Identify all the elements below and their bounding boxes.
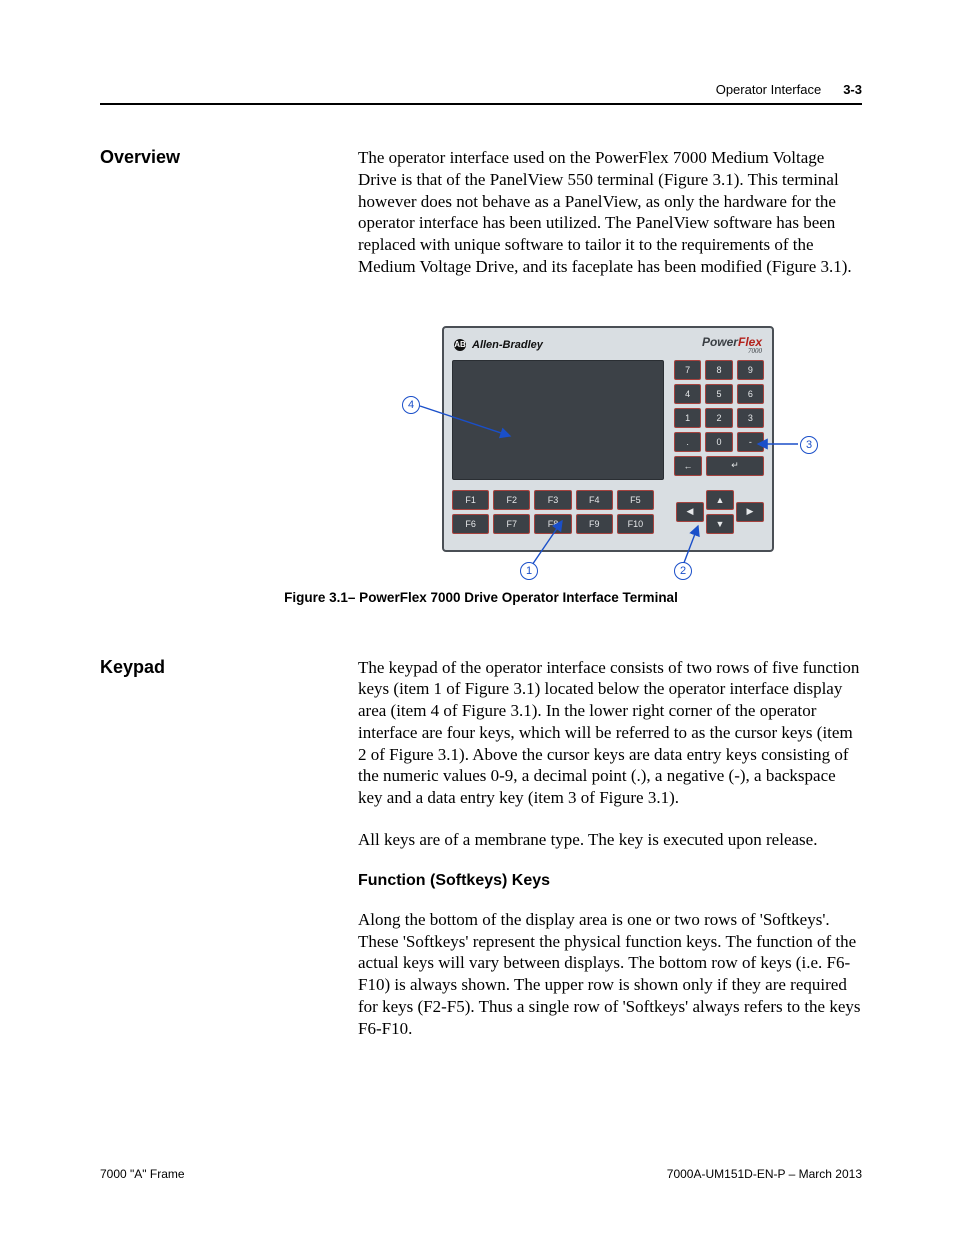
footer-left: 7000 "A" Frame	[100, 1167, 185, 1181]
key-f5[interactable]: F5	[617, 490, 654, 510]
top-rule	[100, 103, 862, 105]
callout-1: 1	[520, 562, 538, 580]
function-keys: F1 F2 F3 F4 F5 F6 F7 F8 F9 F10	[452, 490, 654, 534]
key-f9[interactable]: F9	[576, 514, 613, 534]
key-up[interactable]: ▲	[706, 490, 734, 510]
page-number: 3-3	[843, 82, 862, 97]
key-right[interactable]: ▶	[736, 502, 764, 522]
key-6[interactable]: 6	[737, 384, 764, 404]
callout-4: 4	[402, 396, 420, 414]
key-f3[interactable]: F3	[534, 490, 571, 510]
overview-heading: Overview	[100, 147, 338, 168]
key-f2[interactable]: F2	[493, 490, 530, 510]
numeric-keypad: 7 8 9 4 5 6 1 2 3	[674, 360, 764, 480]
key-2[interactable]: 2	[705, 408, 732, 428]
key-0[interactable]: 0	[705, 432, 732, 452]
softkeys-subheading: Function (Softkeys) Keys	[358, 871, 862, 891]
key-left[interactable]: ◀	[676, 502, 704, 522]
key-7[interactable]: 7	[674, 360, 701, 380]
figure-caption: Figure 3.1– PowerFlex 7000 Drive Operato…	[100, 590, 862, 605]
keypad-para-1: The keypad of the operator interface con…	[358, 657, 862, 809]
running-section: Operator Interface	[716, 82, 822, 97]
key-f1[interactable]: F1	[452, 490, 489, 510]
softkeys-para: Along the bottom of the display area is …	[358, 909, 862, 1040]
allen-bradley-logo: AB Allen-Bradley	[454, 339, 543, 351]
display-area	[452, 360, 664, 480]
key-9[interactable]: 9	[737, 360, 764, 380]
key-f7[interactable]: F7	[493, 514, 530, 534]
callout-3: 3	[800, 436, 818, 454]
figure-3-1: AB Allen-Bradley PowerFlex 7000 7	[400, 326, 820, 576]
callout-2: 2	[674, 562, 692, 580]
keypad-para-2: All keys are of a membrane type. The key…	[358, 829, 862, 851]
key-dot[interactable]: .	[674, 432, 701, 452]
overview-paragraph: The operator interface used on the Power…	[358, 147, 862, 278]
key-f6[interactable]: F6	[452, 514, 489, 534]
key-3[interactable]: 3	[737, 408, 764, 428]
ab-text: Allen-Bradley	[472, 339, 543, 351]
key-minus[interactable]: -	[737, 432, 764, 452]
key-8[interactable]: 8	[705, 360, 732, 380]
keypad-heading: Keypad	[100, 657, 338, 678]
footer-right: 7000A-UM151D-EN-P – March 2013	[667, 1167, 862, 1181]
key-enter[interactable]: ↵	[706, 456, 764, 476]
terminal-panel: AB Allen-Bradley PowerFlex 7000 7	[442, 326, 774, 552]
cursor-keys: ▲ ▼ ◀ ▶	[674, 490, 764, 534]
key-f10[interactable]: F10	[617, 514, 654, 534]
key-1[interactable]: 1	[674, 408, 701, 428]
key-f4[interactable]: F4	[576, 490, 613, 510]
key-down[interactable]: ▼	[706, 514, 734, 534]
key-f8[interactable]: F8	[534, 514, 571, 534]
pf-a: Power	[702, 335, 738, 349]
key-backspace[interactable]: ←	[674, 456, 702, 476]
ab-badge-icon: AB	[454, 339, 466, 351]
key-5[interactable]: 5	[705, 384, 732, 404]
key-4[interactable]: 4	[674, 384, 701, 404]
